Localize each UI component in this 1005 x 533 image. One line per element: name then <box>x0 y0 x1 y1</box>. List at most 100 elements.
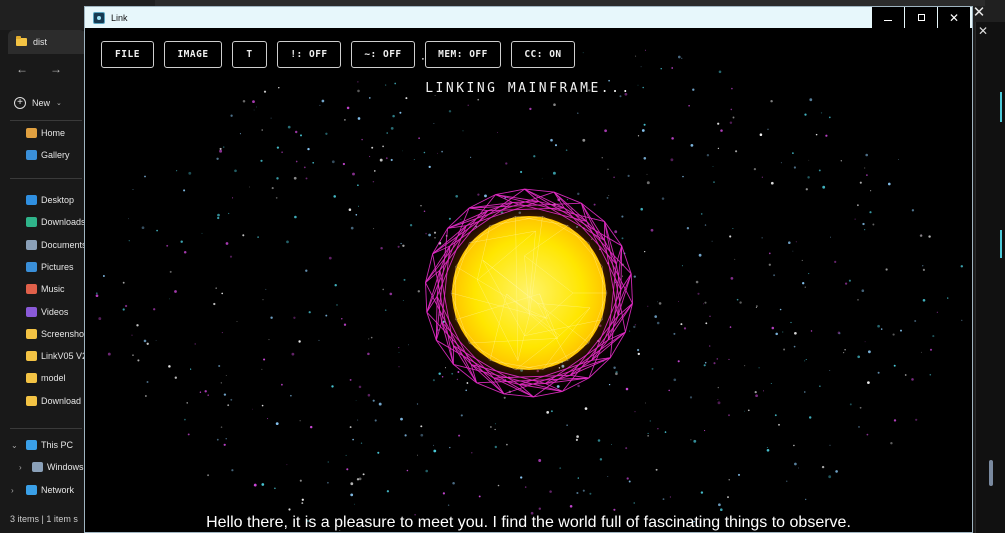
star <box>398 347 400 349</box>
star <box>893 364 896 367</box>
explorer-tab[interactable]: dist <box>8 30 86 54</box>
star <box>690 439 692 441</box>
star <box>207 474 210 477</box>
star <box>872 223 875 226</box>
star <box>656 301 658 303</box>
mem-toggle[interactable]: MEM: OFF <box>425 41 501 68</box>
star <box>566 424 568 426</box>
sidebar-item[interactable]: Music <box>26 284 65 295</box>
sidebar-item[interactable]: Downloads <box>26 217 86 228</box>
star <box>821 465 825 469</box>
sidebar-item[interactable]: Windows <box>32 462 84 473</box>
home-icon <box>26 128 37 138</box>
sidebar-item[interactable]: Home <box>26 128 65 138</box>
chevron-right-icon[interactable]: › <box>19 463 22 472</box>
star <box>732 228 734 229</box>
sidebar-item[interactable]: Desktop <box>26 195 74 205</box>
star <box>887 182 891 186</box>
t-button[interactable]: T <box>232 41 267 68</box>
tilde-toggle[interactable]: ~: OFF <box>351 41 415 68</box>
star <box>242 234 245 237</box>
star <box>922 265 924 267</box>
star <box>782 331 784 333</box>
star <box>795 241 797 243</box>
star <box>947 297 949 299</box>
sidebar-item[interactable]: This PC <box>26 440 73 450</box>
back-arrow-icon[interactable]: ← <box>16 62 28 84</box>
star <box>649 420 652 422</box>
image-button[interactable]: IMAGE <box>164 41 222 68</box>
star <box>717 122 720 125</box>
star <box>867 381 870 384</box>
star <box>252 408 254 410</box>
cc-toggle[interactable]: CC: ON <box>511 41 575 68</box>
star <box>222 146 225 148</box>
minimize-button[interactable] <box>872 7 904 28</box>
star <box>344 119 346 121</box>
sidebar-item[interactable]: Videos <box>26 306 68 317</box>
star <box>327 481 329 484</box>
star <box>400 242 402 245</box>
scrollbar-thumb[interactable] <box>989 460 993 486</box>
sidebar-item[interactable]: model <box>26 373 66 384</box>
file-button[interactable]: FILE <box>101 41 154 68</box>
star <box>607 168 609 170</box>
star <box>361 138 363 141</box>
star <box>775 332 778 336</box>
sidebar-item[interactable]: Gallery <box>26 150 70 160</box>
star <box>95 294 99 298</box>
star <box>307 147 310 151</box>
star <box>670 158 674 162</box>
exclaim-toggle[interactable]: !: OFF <box>277 41 341 68</box>
star <box>758 367 760 369</box>
close-icon: ✕ <box>948 10 960 25</box>
star <box>230 398 233 401</box>
sidebar-item[interactable]: Screenshots <box>26 328 91 339</box>
maximize-button[interactable] <box>905 7 937 28</box>
star <box>462 130 464 132</box>
chevron-down-icon[interactable]: ⌄ <box>11 441 18 450</box>
right-window-close-icon[interactable]: ✕ <box>978 24 988 38</box>
star <box>234 169 237 173</box>
new-button[interactable]: + New ⌄ <box>8 90 62 116</box>
star <box>107 352 111 356</box>
star <box>253 483 257 487</box>
star <box>892 333 895 336</box>
star <box>131 334 133 336</box>
link-titlebar[interactable]: Link ✕ <box>85 7 972 28</box>
sidebar-item[interactable]: Pictures <box>26 261 74 272</box>
star <box>677 55 681 59</box>
star <box>505 162 508 165</box>
divider <box>10 120 82 121</box>
star <box>660 68 662 70</box>
star <box>678 300 680 302</box>
star <box>367 393 371 397</box>
star <box>705 322 708 325</box>
chevron-right-icon[interactable]: › <box>11 486 14 495</box>
sidebar-item[interactable]: Documents <box>26 239 87 250</box>
sidebar-item[interactable]: Download <box>26 395 81 406</box>
star <box>805 188 808 191</box>
sidebar-item[interactable]: LinkV05 V2 <box>26 351 88 362</box>
sidebar-item[interactable]: Network <box>26 484 74 495</box>
star <box>374 419 377 422</box>
star <box>275 422 279 426</box>
star <box>680 323 683 326</box>
star <box>628 480 631 483</box>
star <box>156 229 158 232</box>
forward-arrow-icon[interactable]: → <box>50 62 62 84</box>
star <box>357 117 361 120</box>
star <box>229 255 233 258</box>
star <box>577 112 579 114</box>
star <box>261 129 263 131</box>
star <box>379 158 383 162</box>
star <box>433 123 435 124</box>
close-button[interactable]: ✕ <box>938 7 970 28</box>
star <box>637 135 640 137</box>
star <box>793 345 796 348</box>
sidebar-item-label: LinkV05 V2 <box>41 351 88 362</box>
star <box>132 354 134 356</box>
star <box>408 344 410 346</box>
star <box>822 185 826 189</box>
star <box>372 180 375 183</box>
